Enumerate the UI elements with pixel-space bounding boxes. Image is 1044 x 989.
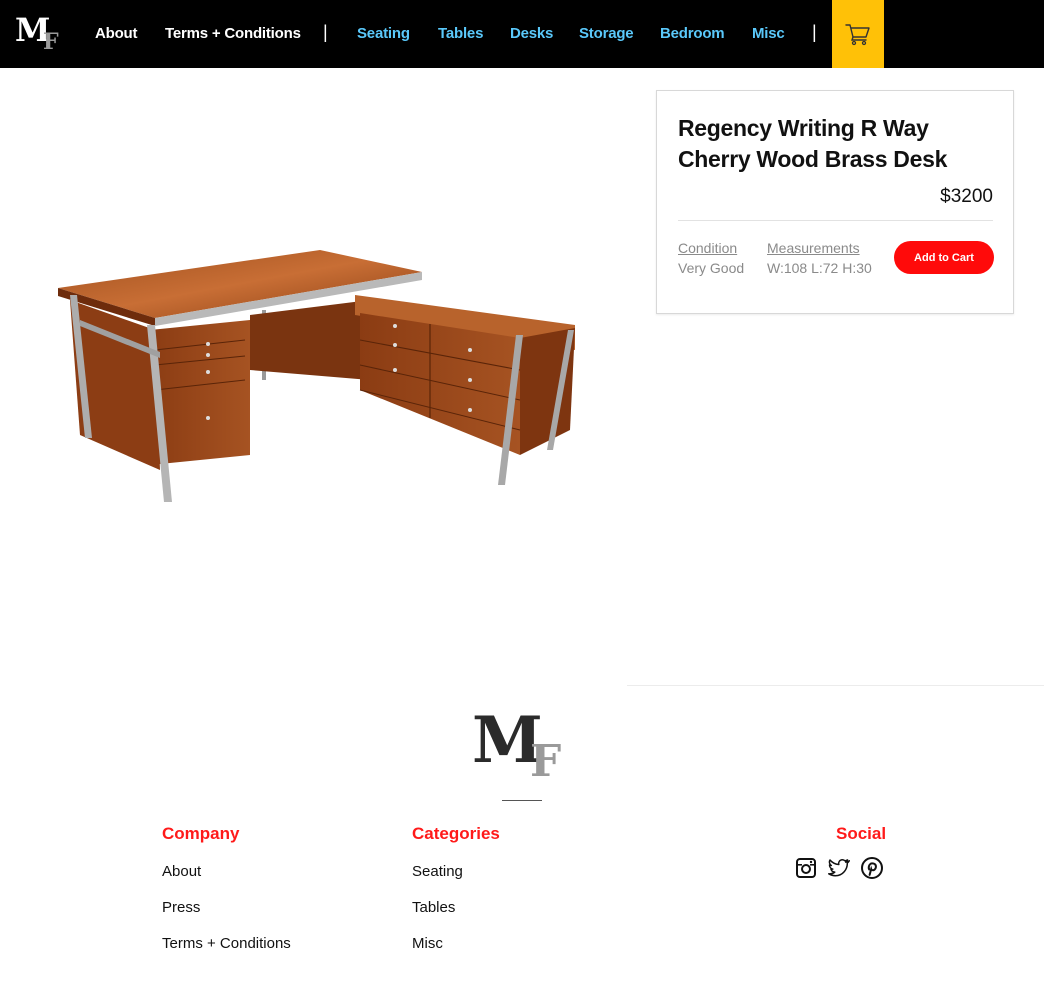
nav-terms[interactable]: Terms + Conditions [165, 25, 301, 42]
section-divider [627, 685, 1044, 686]
product-price: $3200 [940, 186, 993, 207]
condition-label[interactable]: Condition [678, 240, 737, 256]
footer-link-press[interactable]: Press [162, 899, 200, 916]
footer-link-tables[interactable]: Tables [412, 899, 455, 916]
instagram-icon[interactable] [794, 856, 818, 880]
svg-text:F: F [530, 736, 561, 780]
nav-separator: | [323, 22, 328, 42]
nav-tables[interactable]: Tables [438, 25, 483, 42]
twitter-icon[interactable] [826, 856, 850, 880]
nav-desks[interactable]: Desks [510, 25, 553, 42]
pinterest-icon[interactable] [860, 856, 884, 880]
nav-separator: | [812, 22, 817, 42]
measurements-label[interactable]: Measurements [767, 240, 860, 256]
product-details-card: Regency Writing R Way Cherry Wood Brass … [656, 90, 1014, 314]
footer-divider [502, 800, 542, 801]
footer-link-seating[interactable]: Seating [412, 863, 463, 880]
shopping-cart-icon [845, 24, 870, 46]
measurements-value: W:108 L:72 H:30 [767, 260, 872, 276]
footer-link-misc[interactable]: Misc [412, 935, 443, 952]
footer-link-about[interactable]: About [162, 863, 201, 880]
footer-logo[interactable]: M F [470, 700, 576, 780]
nav-storage[interactable]: Storage [579, 25, 634, 42]
footer-company-heading: Company [162, 824, 240, 843]
footer-categories-heading: Categories [412, 824, 500, 843]
nav-seating[interactable]: Seating [357, 25, 410, 42]
cart-button[interactable] [832, 0, 884, 68]
site-logo[interactable]: M F [14, 12, 68, 52]
product-image [58, 250, 575, 502]
top-nav: M F About Terms + Conditions | Seating T… [0, 0, 1044, 68]
svg-text:F: F [43, 29, 59, 52]
footer-social-heading: Social [836, 824, 887, 843]
card-divider [678, 220, 993, 221]
product-title: Regency Writing R Way Cherry Wood Brass … [678, 115, 948, 172]
nav-misc[interactable]: Misc [752, 25, 785, 42]
add-to-cart-button[interactable]: Add to Cart [894, 241, 994, 274]
condition-value: Very Good [678, 260, 745, 276]
footer-link-terms[interactable]: Terms + Conditions [162, 935, 291, 952]
nav-bedroom[interactable]: Bedroom [660, 25, 725, 42]
nav-about[interactable]: About [95, 25, 138, 42]
